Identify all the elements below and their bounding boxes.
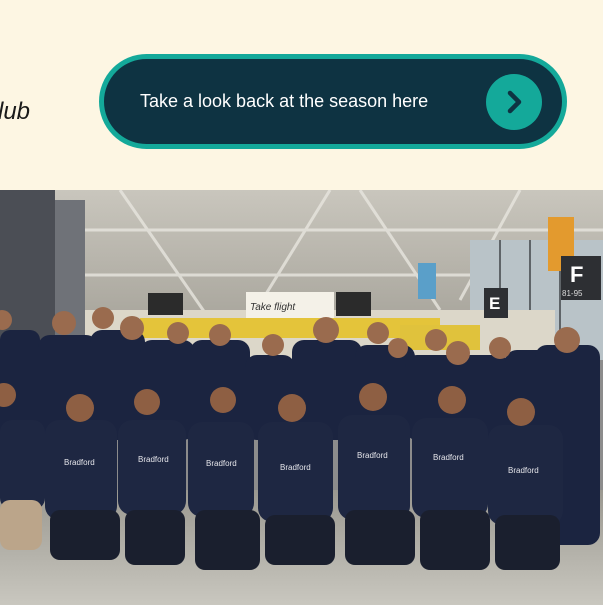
team-photo: Take flight E F 81-95 Bradford Bradford …: [0, 190, 603, 605]
shirt-text-7: Bradford: [508, 466, 539, 475]
gate-e-sign: E: [489, 294, 500, 313]
intro-text-fragment: lub: [0, 98, 31, 125]
page: lub Take a look back at the season here: [0, 0, 603, 605]
team-photo-illustration: Take flight E F 81-95 Bradford Bradford …: [0, 190, 603, 605]
shirt-text-2: Bradford: [138, 455, 169, 464]
gate-f-range: 81-95: [562, 289, 583, 298]
shirt-text-4: Bradford: [280, 463, 311, 472]
banner-text: Take flight: [250, 302, 296, 313]
shirt-text-5: Bradford: [357, 451, 388, 460]
season-review-button[interactable]: Take a look back at the season here: [99, 54, 567, 149]
shirt-text-1: Bradford: [64, 458, 95, 467]
shirt-text-6: Bradford: [433, 453, 464, 462]
shirt-text-3: Bradford: [206, 459, 237, 468]
chevron-right-icon: [486, 73, 542, 130]
gate-f-sign: F: [570, 262, 583, 287]
season-review-button-label: Take a look back at the season here: [140, 91, 429, 111]
